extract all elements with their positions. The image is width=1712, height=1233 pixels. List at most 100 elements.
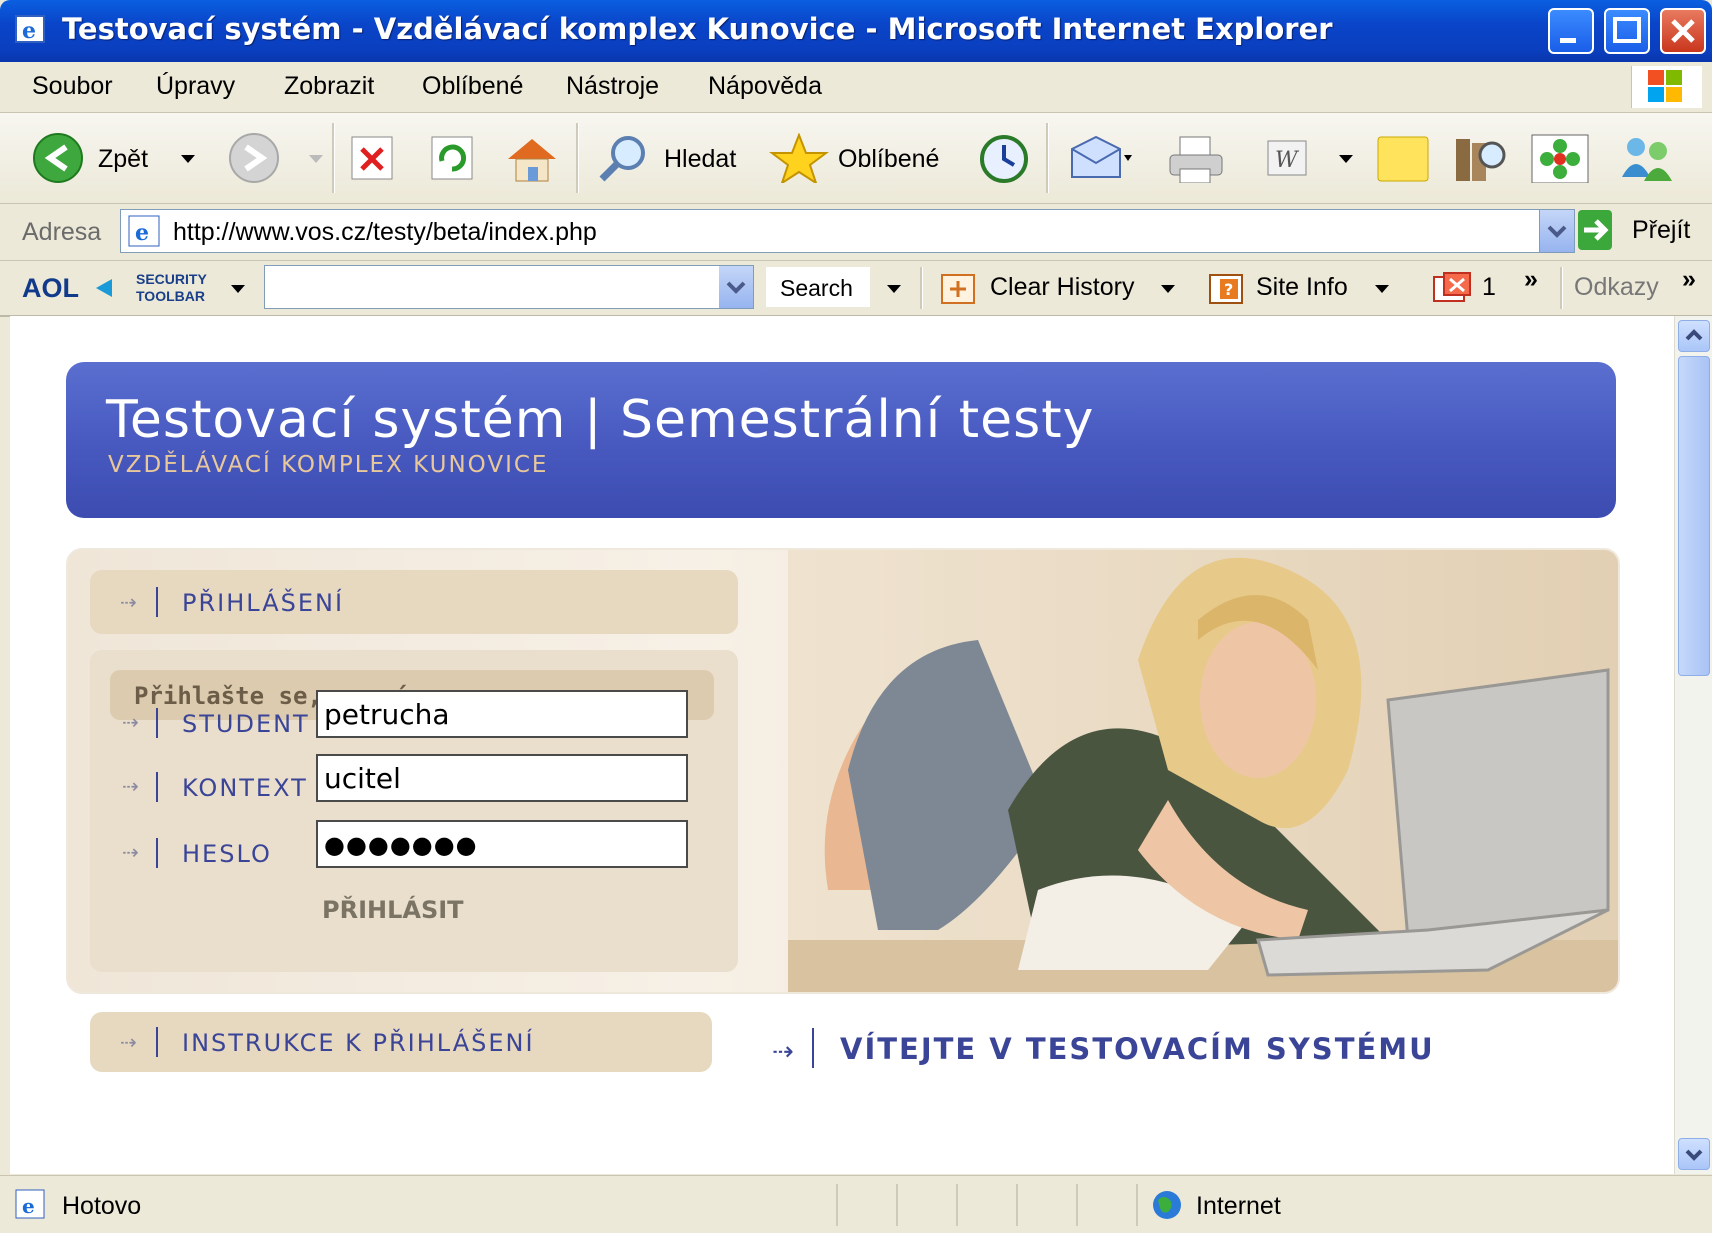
back-dropdown-icon[interactable] xyxy=(178,133,198,183)
toolbar-separator xyxy=(332,123,335,193)
divider xyxy=(156,708,158,738)
title-bar: e Testovací systém - Vzdělávací komplex … xyxy=(0,0,1712,62)
go-button[interactable] xyxy=(1578,210,1612,250)
aol-toolbar: AOL SECURITY TOOLBAR Search Clear Histor… xyxy=(0,261,1712,317)
arrow-bullet-icon: ⇢ xyxy=(772,1036,794,1066)
search-options-dropdown-icon[interactable] xyxy=(884,279,904,299)
address-input[interactable]: e http://www.vos.cz/testy/beta/index.php xyxy=(120,209,1575,253)
page-viewport: Testovací systém | Semestrální testy VZD… xyxy=(10,316,1674,1174)
menu-bar: Soubor Úpravy Zobrazit Oblíbené Nástroje… xyxy=(0,62,1712,113)
messenger-icon[interactable] xyxy=(1614,133,1680,183)
toolbar-overflow-chevron-icon[interactable]: » xyxy=(1524,265,1538,294)
login-submit-button[interactable]: PŘIHLÁSIT xyxy=(322,896,464,924)
instructions-link[interactable]: ⇢ INSTRUKCE K PŘIHLÁŠENÍ xyxy=(90,1012,712,1072)
menu-soubor[interactable]: Soubor xyxy=(32,72,113,101)
instructions-label[interactable]: INSTRUKCE K PŘIHLÁŠENÍ xyxy=(182,1029,535,1057)
aol-logo: AOL xyxy=(22,273,79,303)
menu-oblibene[interactable]: Oblíbené xyxy=(422,72,523,101)
favorites-star-icon[interactable] xyxy=(768,133,830,183)
status-divider xyxy=(1016,1184,1018,1226)
back-button-label[interactable]: Zpět xyxy=(98,145,148,174)
browser-window: e Testovací systém - Vzdělávací komplex … xyxy=(0,0,1712,1233)
page-ie-icon: e xyxy=(128,215,160,247)
aol-search-label[interactable]: Search xyxy=(780,275,853,302)
minimize-button[interactable] xyxy=(1548,8,1594,54)
toolbar-separator xyxy=(1046,123,1049,193)
back-arrow-icon[interactable] xyxy=(30,133,90,183)
research-icon[interactable] xyxy=(1450,133,1510,183)
search-icon[interactable] xyxy=(594,133,654,183)
menu-nastroje[interactable]: Nástroje xyxy=(566,72,659,101)
arrow-bullet-icon: ⇢ xyxy=(122,842,139,864)
go-arrow-icon xyxy=(1584,219,1609,241)
svg-text:e: e xyxy=(22,18,36,44)
status-text: Hotovo xyxy=(62,1192,142,1220)
links-overflow-chevron-icon[interactable]: » xyxy=(1682,265,1696,294)
scroll-thumb[interactable] xyxy=(1678,356,1710,676)
popup-blocker-icon[interactable] xyxy=(1432,271,1472,307)
menu-zobrazit[interactable]: Zobrazit xyxy=(284,72,374,101)
home-icon[interactable] xyxy=(502,133,562,183)
aol-separator xyxy=(1560,267,1563,309)
forward-dropdown-icon[interactable] xyxy=(306,133,326,183)
arrow-bullet-icon: ⇢ xyxy=(122,712,139,734)
close-button[interactable] xyxy=(1660,8,1706,54)
links-label[interactable]: Odkazy xyxy=(1574,273,1659,302)
address-url[interactable]: http://www.vos.cz/testy/beta/index.php xyxy=(173,218,597,247)
context-input[interactable]: ucitel xyxy=(316,754,688,802)
status-divider xyxy=(956,1184,958,1226)
site-info-label[interactable]: Site Info xyxy=(1256,273,1348,302)
clear-history-icon[interactable] xyxy=(940,273,976,305)
menu-napoveda[interactable]: Nápověda xyxy=(708,72,822,101)
clear-history-dropdown-icon[interactable] xyxy=(1158,279,1178,299)
search-button-label[interactable]: Hledat xyxy=(664,145,736,174)
forward-arrow-icon[interactable] xyxy=(224,133,284,183)
woman-with-laptop-photo xyxy=(788,550,1618,992)
student-label: STUDENT xyxy=(182,710,310,738)
svg-text:e: e xyxy=(135,220,149,246)
chevron-down-icon xyxy=(1547,225,1567,238)
mail-icon[interactable] xyxy=(1068,133,1132,183)
icq-flower-icon[interactable] xyxy=(1530,133,1590,183)
status-bar: e Hotovo Internet xyxy=(0,1175,1712,1233)
go-label[interactable]: Přejít xyxy=(1632,216,1690,245)
security-toolbar-label-top: SECURITY xyxy=(136,271,207,287)
toolbar-separator xyxy=(576,123,579,193)
scroll-up-button[interactable] xyxy=(1678,320,1710,352)
status-divider xyxy=(1136,1184,1138,1226)
maximize-icon xyxy=(1613,17,1641,43)
favorites-button-label[interactable]: Oblíbené xyxy=(838,145,939,174)
site-info-icon[interactable]: ? xyxy=(1208,273,1244,305)
page-subtitle: VZDĚLÁVACÍ KOMPLEX KUNOVICE xyxy=(108,452,549,478)
refresh-icon[interactable] xyxy=(428,133,478,183)
security-dropdown-icon[interactable] xyxy=(228,279,248,299)
ie-icon: e xyxy=(15,15,45,44)
security-zone-label: Internet xyxy=(1196,1192,1281,1220)
student-input[interactable]: petrucha xyxy=(316,690,688,738)
status-divider xyxy=(836,1184,838,1226)
divider xyxy=(156,772,158,802)
svg-text:?: ? xyxy=(1224,280,1233,299)
address-dropdown-button[interactable] xyxy=(1539,210,1574,252)
page-done-icon: e xyxy=(15,1189,45,1219)
clear-history-label[interactable]: Clear History xyxy=(990,273,1134,302)
notes-icon[interactable] xyxy=(1374,133,1434,183)
scroll-down-button[interactable] xyxy=(1678,1138,1710,1170)
aol-search-input[interactable] xyxy=(264,265,754,309)
history-icon[interactable] xyxy=(972,133,1032,183)
edit-dropdown-icon[interactable] xyxy=(1336,133,1356,183)
status-divider xyxy=(896,1184,898,1226)
edit-word-icon[interactable]: W xyxy=(1262,133,1312,183)
aol-search-button[interactable]: Search xyxy=(766,267,870,307)
aol-arrow-icon xyxy=(96,279,112,297)
password-input[interactable]: ●●●●●●● xyxy=(316,820,688,868)
vertical-scrollbar[interactable] xyxy=(1674,316,1712,1174)
stop-icon[interactable] xyxy=(348,133,398,183)
print-icon[interactable] xyxy=(1166,133,1226,183)
password-label: HESLO xyxy=(182,840,272,868)
maximize-button[interactable] xyxy=(1604,8,1650,54)
site-info-dropdown-icon[interactable] xyxy=(1372,279,1392,299)
internet-globe-icon xyxy=(1153,1191,1181,1219)
menu-upravy[interactable]: Úpravy xyxy=(156,72,235,101)
aol-search-dropdown[interactable] xyxy=(719,266,753,308)
